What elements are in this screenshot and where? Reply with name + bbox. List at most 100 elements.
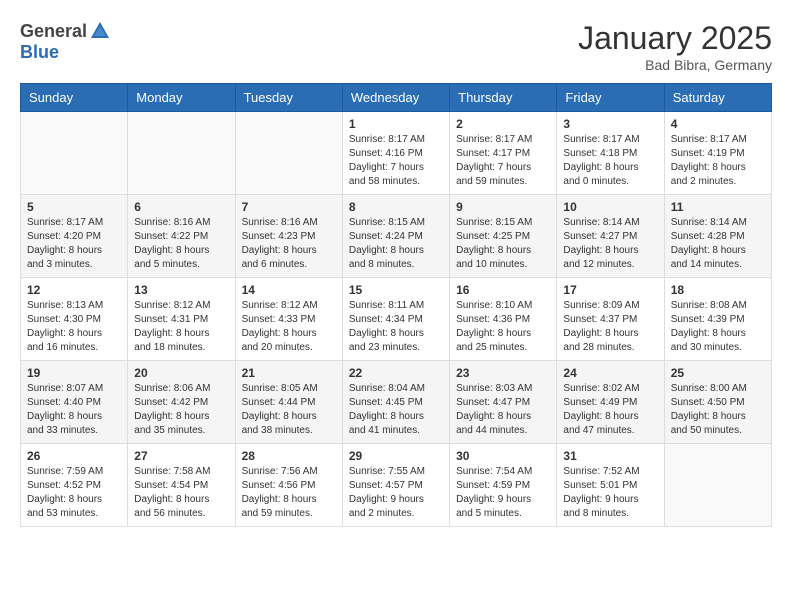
table-row: 17 Sunrise: 8:09 AMSunset: 4:37 PMDayligh… [557, 278, 664, 361]
day-info: Sunrise: 8:10 AMSunset: 4:36 PMDaylight:… [456, 299, 550, 355]
table-row: 8 Sunrise: 8:15 AMSunset: 4:24 PMDaylight… [342, 195, 449, 278]
day-number: 11 [671, 200, 765, 214]
table-row: 31 Sunrise: 7:52 AMSunset: 5:01 PMDayligh… [557, 444, 664, 527]
day-info: Sunrise: 8:05 AMSunset: 4:44 PMDaylight:… [242, 382, 336, 438]
table-row: 25 Sunrise: 8:00 AMSunset: 4:50 PMDayligh… [664, 361, 771, 444]
day-info: Sunrise: 7:55 AMSunset: 4:57 PMDaylight:… [349, 465, 443, 521]
day-number: 9 [456, 200, 550, 214]
day-info: Sunrise: 8:16 AMSunset: 4:23 PMDaylight:… [242, 216, 336, 272]
day-number: 24 [563, 366, 657, 380]
day-number: 12 [27, 283, 121, 297]
calendar-week-row: 19 Sunrise: 8:07 AMSunset: 4:40 PMDayligh… [21, 361, 772, 444]
calendar-week-row: 12 Sunrise: 8:13 AMSunset: 4:30 PMDayligh… [21, 278, 772, 361]
day-info: Sunrise: 8:03 AMSunset: 4:47 PMDaylight:… [456, 382, 550, 438]
day-number: 1 [349, 117, 443, 131]
table-row: 23 Sunrise: 8:03 AMSunset: 4:47 PMDayligh… [450, 361, 557, 444]
header-sunday: Sunday [21, 84, 128, 112]
day-number: 23 [456, 366, 550, 380]
table-row: 6 Sunrise: 8:16 AMSunset: 4:22 PMDaylight… [128, 195, 235, 278]
day-info: Sunrise: 8:17 AMSunset: 4:19 PMDaylight:… [671, 133, 765, 189]
day-info: Sunrise: 8:08 AMSunset: 4:39 PMDaylight:… [671, 299, 765, 355]
day-number: 27 [134, 449, 228, 463]
table-row: 24 Sunrise: 8:02 AMSunset: 4:49 PMDayligh… [557, 361, 664, 444]
day-info: Sunrise: 8:07 AMSunset: 4:40 PMDaylight:… [27, 382, 121, 438]
day-info: Sunrise: 7:54 AMSunset: 4:59 PMDaylight:… [456, 465, 550, 521]
logo-icon [89, 20, 111, 42]
logo-general: General [20, 21, 87, 42]
day-info: Sunrise: 8:12 AMSunset: 4:33 PMDaylight:… [242, 299, 336, 355]
table-row: 18 Sunrise: 8:08 AMSunset: 4:39 PMDayligh… [664, 278, 771, 361]
day-info: Sunrise: 8:11 AMSunset: 4:34 PMDaylight:… [349, 299, 443, 355]
table-row: 29 Sunrise: 7:55 AMSunset: 4:57 PMDayligh… [342, 444, 449, 527]
month-title: January 2025 [578, 20, 772, 57]
day-number: 22 [349, 366, 443, 380]
day-number: 30 [456, 449, 550, 463]
header-thursday: Thursday [450, 84, 557, 112]
day-info: Sunrise: 8:17 AMSunset: 4:20 PMDaylight:… [27, 216, 121, 272]
table-row: 28Sunrise: 7:56 AMSunset: 4:56 PMDayligh… [235, 444, 342, 527]
day-info: Sunrise: 8:16 AMSunset: 4:22 PMDaylight:… [134, 216, 228, 272]
table-row: 21 Sunrise: 8:05 AMSunset: 4:44 PMDayligh… [235, 361, 342, 444]
header-tuesday: Tuesday [235, 84, 342, 112]
table-row: 27 Sunrise: 7:58 AMSunset: 4:54 PMDayligh… [128, 444, 235, 527]
day-info: Sunrise: 8:14 AMSunset: 4:28 PMDaylight:… [671, 216, 765, 272]
table-row: 13Sunrise: 8:12 AMSunset: 4:31 PMDayligh… [128, 278, 235, 361]
logo: General Blue [20, 20, 113, 63]
logo-blue: Blue [20, 42, 59, 62]
day-info: Sunrise: 8:15 AMSunset: 4:24 PMDaylight:… [349, 216, 443, 272]
day-number: 17 [563, 283, 657, 297]
day-number: 13 [134, 283, 228, 297]
day-info: Sunrise: 8:02 AMSunset: 4:49 PMDaylight:… [563, 382, 657, 438]
header-wednesday: Wednesday [342, 84, 449, 112]
day-info: Sunrise: 7:52 AMSunset: 5:01 PMDaylight:… [563, 465, 657, 521]
day-number: 7 [242, 200, 336, 214]
table-row: 16Sunrise: 8:10 AMSunset: 4:36 PMDayligh… [450, 278, 557, 361]
day-number: 21 [242, 366, 336, 380]
day-number: 15 [349, 283, 443, 297]
header-friday: Friday [557, 84, 664, 112]
table-row [128, 112, 235, 195]
day-number: 19 [27, 366, 121, 380]
weekday-header-row: Sunday Monday Tuesday Wednesday Thursday… [21, 84, 772, 112]
day-info: Sunrise: 8:00 AMSunset: 4:50 PMDaylight:… [671, 382, 765, 438]
day-number: 20 [134, 366, 228, 380]
day-number: 8 [349, 200, 443, 214]
day-number: 26 [27, 449, 121, 463]
day-info: Sunrise: 8:04 AMSunset: 4:45 PMDaylight:… [349, 382, 443, 438]
day-info: Sunrise: 8:14 AMSunset: 4:27 PMDaylight:… [563, 216, 657, 272]
calendar-week-row: 26 Sunrise: 7:59 AMSunset: 4:52 PMDayligh… [21, 444, 772, 527]
calendar-week-row: 1 Sunrise: 8:17 AMSunset: 4:16 PMDaylight… [21, 112, 772, 195]
day-info: Sunrise: 8:17 AMSunset: 4:16 PMDaylight:… [349, 133, 443, 189]
table-row: 7 Sunrise: 8:16 AMSunset: 4:23 PMDaylight… [235, 195, 342, 278]
day-number: 10 [563, 200, 657, 214]
calendar-week-row: 5 Sunrise: 8:17 AMSunset: 4:20 PMDaylight… [21, 195, 772, 278]
day-number: 2 [456, 117, 550, 131]
table-row: 9Sunrise: 8:15 AMSunset: 4:25 PMDaylight… [450, 195, 557, 278]
table-row: 14Sunrise: 8:12 AMSunset: 4:33 PMDayligh… [235, 278, 342, 361]
day-number: 5 [27, 200, 121, 214]
day-info: Sunrise: 8:06 AMSunset: 4:42 PMDaylight:… [134, 382, 228, 438]
day-number: 6 [134, 200, 228, 214]
day-number: 31 [563, 449, 657, 463]
table-row: 2 Sunrise: 8:17 AMSunset: 4:17 PMDaylight… [450, 112, 557, 195]
table-row [664, 444, 771, 527]
day-number: 29 [349, 449, 443, 463]
table-row: 22 Sunrise: 8:04 AMSunset: 4:45 PMDayligh… [342, 361, 449, 444]
day-number: 18 [671, 283, 765, 297]
day-info: Sunrise: 8:09 AMSunset: 4:37 PMDaylight:… [563, 299, 657, 355]
table-row: 20 Sunrise: 8:06 AMSunset: 4:42 PMDayligh… [128, 361, 235, 444]
table-row: 26 Sunrise: 7:59 AMSunset: 4:52 PMDayligh… [21, 444, 128, 527]
table-row: 12 Sunrise: 8:13 AMSunset: 4:30 PMDayligh… [21, 278, 128, 361]
day-info: Sunrise: 8:13 AMSunset: 4:30 PMDaylight:… [27, 299, 121, 355]
table-row [21, 112, 128, 195]
day-info: Sunrise: 7:58 AMSunset: 4:54 PMDaylight:… [134, 465, 228, 521]
day-info: Sunrise: 7:59 AMSunset: 4:52 PMDaylight:… [27, 465, 121, 521]
day-info: Sunrise: 8:17 AMSunset: 4:18 PMDaylight:… [563, 133, 657, 189]
table-row: 19 Sunrise: 8:07 AMSunset: 4:40 PMDayligh… [21, 361, 128, 444]
table-row: 4Sunrise: 8:17 AMSunset: 4:19 PMDaylight… [664, 112, 771, 195]
table-row [235, 112, 342, 195]
table-row: 11 Sunrise: 8:14 AMSunset: 4:28 PMDayligh… [664, 195, 771, 278]
day-number: 25 [671, 366, 765, 380]
day-info: Sunrise: 8:17 AMSunset: 4:17 PMDaylight:… [456, 133, 550, 189]
table-row: 10 Sunrise: 8:14 AMSunset: 4:27 PMDayligh… [557, 195, 664, 278]
